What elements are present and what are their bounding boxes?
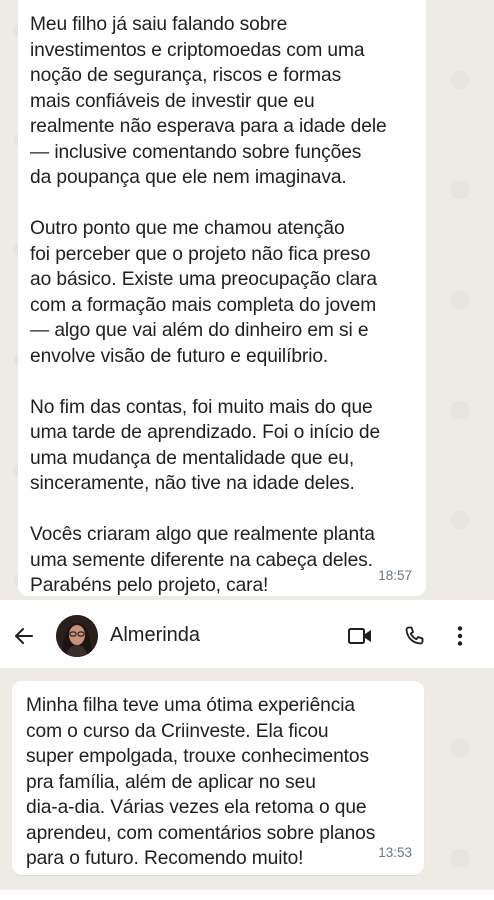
chat-header: Almerinda [0, 604, 494, 668]
message-line: com o curso da Criinveste. Ela ficou [26, 720, 329, 742]
message-timestamp: 13:53 [378, 844, 412, 860]
more-vertical-icon[interactable] [446, 620, 474, 652]
message-line: sinceramente, não tive na idade deles. [30, 473, 355, 494]
message-timestamp: 18:57 [378, 567, 412, 583]
message-line: mais confiáveis de investir que eu [30, 90, 315, 112]
message-paragraph: No fim das contas, foi muito mais do que… [30, 395, 412, 497]
message-line: para o futuro. Recomendo muito! [26, 848, 304, 869]
message-line: super empolgada, trouxe conhecimentos [26, 746, 369, 767]
message-line: — algo que vai além do dinheiro em si e [30, 320, 369, 341]
message-bubble-incoming[interactable]: Meu filho já saiu falando sobre investim… [18, 0, 426, 596]
message-line: Outro ponto que me chamou atenção [30, 218, 345, 239]
message-paragraph: Outro ponto que me chamou atenção foi pe… [30, 216, 412, 369]
message-line: foi perceber que o projeto não fica pres… [30, 243, 371, 265]
message-line: noção de segurança, riscos e formas [30, 65, 342, 86]
message-line: — inclusive comentando sobre funções [30, 141, 362, 163]
message-line: envolve visão de futuro e equilíbrio. [30, 345, 329, 367]
message-line: ao básico. Existe uma preocupação clara [30, 269, 378, 290]
message-line: da poupança que ele nem imaginava. [30, 167, 347, 188]
avatar[interactable] [56, 615, 98, 657]
back-arrow-icon[interactable] [8, 620, 40, 652]
message-paragraph: Vocês criaram algo que realmente planta … [30, 522, 412, 599]
message-line: uma semente diferente na cabeça deles. [30, 549, 373, 571]
phone-icon[interactable] [398, 620, 430, 652]
contact-name[interactable]: Almerinda [110, 624, 200, 647]
message-line: realmente não esperava para a idade dele [30, 116, 387, 137]
message-line: aprendeu, com comentários sobre planos [26, 822, 376, 844]
message-line: dia-a-dia. Várias vezes ela retoma o que [26, 797, 367, 818]
video-call-icon[interactable] [344, 620, 376, 652]
message-line: Meu filho já saiu falando sobre [30, 14, 288, 35]
message-line: investimentos e criptomoedas com uma [30, 39, 365, 61]
message-line: Vocês criaram algo que realmente planta [30, 524, 375, 545]
message-line: No fim das contas, foi muito mais do que [30, 396, 373, 418]
message-bubble-incoming[interactable]: Minha filha teve uma ótima experiência c… [12, 681, 424, 875]
message-line: pra família, além de aplicar no seu [26, 771, 316, 793]
message-line: com a formação mais completa do jovem [30, 294, 377, 316]
message-line: uma tarde de aprendizado. Foi o início d… [30, 422, 381, 443]
message-paragraph: Meu filho já saiu falando sobre investim… [30, 12, 412, 191]
message-line: uma mudança de mentalidade que eu, [30, 447, 355, 469]
message-line: Minha filha teve uma ótima experiência [26, 695, 355, 716]
message-line: Parabéns pelo projeto, cara! [30, 575, 269, 596]
